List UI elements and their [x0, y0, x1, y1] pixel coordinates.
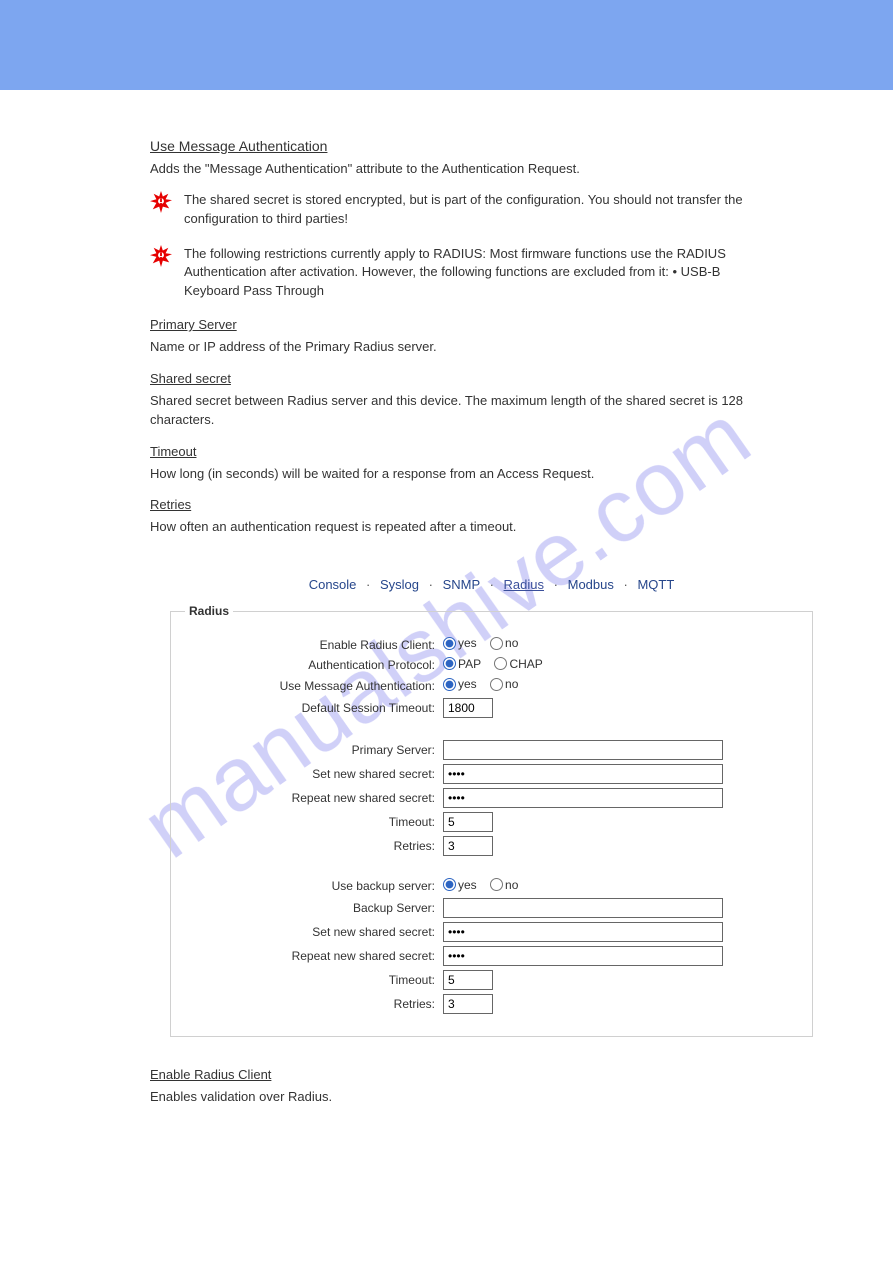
row-msg-auth: Use Message Authentication: yes no	[185, 677, 798, 694]
tab-mqtt[interactable]: MQTT	[637, 577, 674, 592]
label-set-secret: Set new shared secret:	[185, 767, 443, 781]
row-b-set-secret: Set new shared secret:	[185, 922, 798, 942]
label-primary-server: Primary Server:	[185, 743, 443, 757]
warning-burst-icon	[150, 245, 172, 267]
radio-backup-no[interactable]: no	[490, 878, 518, 892]
input-b-repeat-secret[interactable]	[443, 946, 723, 966]
label-enable-client: Enable Radius Client:	[185, 638, 443, 652]
page-body: Use Message Authentication Adds the "Mes…	[0, 90, 893, 1159]
radio-msgauth-no[interactable]: no	[490, 677, 518, 691]
top-banner	[0, 0, 893, 90]
radio-input[interactable]	[443, 878, 456, 891]
radio-msgauth-yes[interactable]: yes	[443, 677, 477, 691]
heading-msg-auth: Use Message Authentication	[150, 138, 833, 154]
row-b-timeout: Timeout:	[185, 970, 798, 990]
input-session-timeout[interactable]	[443, 698, 493, 718]
row-backup-server: Backup Server:	[185, 898, 798, 918]
radio-input[interactable]	[490, 678, 503, 691]
radius-legend: Radius	[185, 604, 233, 618]
row-session-timeout: Default Session Timeout:	[185, 698, 798, 718]
tab-modbus[interactable]: Modbus	[568, 577, 614, 592]
radio-label: PAP	[458, 657, 481, 671]
row-use-backup: Use backup server: yes no	[185, 878, 798, 895]
label-use-backup: Use backup server:	[185, 879, 443, 893]
radio-label: yes	[458, 636, 477, 650]
label-auth-proto: Authentication Protocol:	[185, 658, 443, 672]
heading-enable-radius: Enable Radius Client	[150, 1067, 833, 1082]
radio-enable-no[interactable]: no	[490, 636, 518, 650]
tab-nav: Console · Syslog · SNMP · Radius · Modbu…	[150, 577, 833, 592]
radio-label: yes	[458, 878, 477, 892]
warning-block-1: The shared secret is stored encrypted, b…	[150, 191, 770, 229]
radio-input[interactable]	[490, 637, 503, 650]
row-repeat-secret: Repeat new shared secret:	[185, 788, 798, 808]
warning-block-2: The following restrictions currently app…	[150, 245, 770, 302]
text-primary-server: Name or IP address of the Primary Radius…	[150, 338, 770, 357]
label-timeout: Timeout:	[185, 815, 443, 829]
label-session-timeout: Default Session Timeout:	[185, 701, 443, 715]
warning-text-1: The shared secret is stored encrypted, b…	[184, 191, 770, 229]
row-retries: Retries:	[185, 836, 798, 856]
radio-label: no	[505, 636, 518, 650]
radio-backup-yes[interactable]: yes	[443, 878, 477, 892]
input-set-secret[interactable]	[443, 764, 723, 784]
label-backup-server: Backup Server:	[185, 901, 443, 915]
warning-burst-icon	[150, 191, 172, 213]
radio-chap[interactable]: CHAP	[494, 657, 542, 671]
input-b-retries[interactable]	[443, 994, 493, 1014]
label-repeat-secret: Repeat new shared secret:	[185, 791, 443, 805]
heading-timeout: Timeout	[150, 444, 833, 459]
row-auth-proto: Authentication Protocol: PAP CHAP	[185, 657, 798, 674]
text-enable-radius: Enables validation over Radius.	[150, 1088, 770, 1107]
radius-fieldset: Radius Enable Radius Client: yes no Auth…	[170, 604, 813, 1037]
heading-retries: Retries	[150, 497, 833, 512]
label-b-repeat-secret: Repeat new shared secret:	[185, 949, 443, 963]
tab-syslog[interactable]: Syslog	[380, 577, 419, 592]
text-timeout: How long (in seconds) will be waited for…	[150, 465, 770, 484]
separator: ·	[490, 577, 494, 592]
separator: ·	[554, 577, 558, 592]
separator: ·	[623, 577, 627, 592]
input-backup-server[interactable]	[443, 898, 723, 918]
input-timeout[interactable]	[443, 812, 493, 832]
radio-input[interactable]	[443, 657, 456, 670]
row-b-retries: Retries:	[185, 994, 798, 1014]
separator: ·	[429, 577, 433, 592]
radio-input[interactable]	[443, 637, 456, 650]
radio-pap[interactable]: PAP	[443, 657, 481, 671]
radio-label: CHAP	[509, 657, 542, 671]
text-shared-secret: Shared secret between Radius server and …	[150, 392, 770, 430]
row-set-secret: Set new shared secret:	[185, 764, 798, 784]
tab-radius[interactable]: Radius	[504, 577, 544, 592]
radio-input[interactable]	[443, 678, 456, 691]
row-timeout: Timeout:	[185, 812, 798, 832]
input-b-timeout[interactable]	[443, 970, 493, 990]
row-b-repeat-secret: Repeat new shared secret:	[185, 946, 798, 966]
radio-input[interactable]	[494, 657, 507, 670]
heading-shared-secret: Shared secret	[150, 371, 833, 386]
label-msg-auth: Use Message Authentication:	[185, 679, 443, 693]
label-b-retries: Retries:	[185, 997, 443, 1011]
row-primary-server: Primary Server:	[185, 740, 798, 760]
radio-input[interactable]	[490, 878, 503, 891]
tab-console[interactable]: Console	[309, 577, 357, 592]
row-enable-client: Enable Radius Client: yes no	[185, 636, 798, 653]
label-retries: Retries:	[185, 839, 443, 853]
radio-label: no	[505, 677, 518, 691]
radio-label: yes	[458, 677, 477, 691]
warning-text-2: The following restrictions currently app…	[184, 245, 770, 302]
label-b-set-secret: Set new shared secret:	[185, 925, 443, 939]
label-b-timeout: Timeout:	[185, 973, 443, 987]
input-primary-server[interactable]	[443, 740, 723, 760]
separator: ·	[366, 577, 370, 592]
text-retries: How often an authentication request is r…	[150, 518, 770, 537]
tab-snmp[interactable]: SNMP	[443, 577, 480, 592]
radio-enable-yes[interactable]: yes	[443, 636, 477, 650]
heading-primary-server: Primary Server	[150, 317, 833, 332]
input-repeat-secret[interactable]	[443, 788, 723, 808]
radio-label: no	[505, 878, 518, 892]
input-retries[interactable]	[443, 836, 493, 856]
text-msg-auth: Adds the "Message Authentication" attrib…	[150, 160, 770, 179]
input-b-set-secret[interactable]	[443, 922, 723, 942]
